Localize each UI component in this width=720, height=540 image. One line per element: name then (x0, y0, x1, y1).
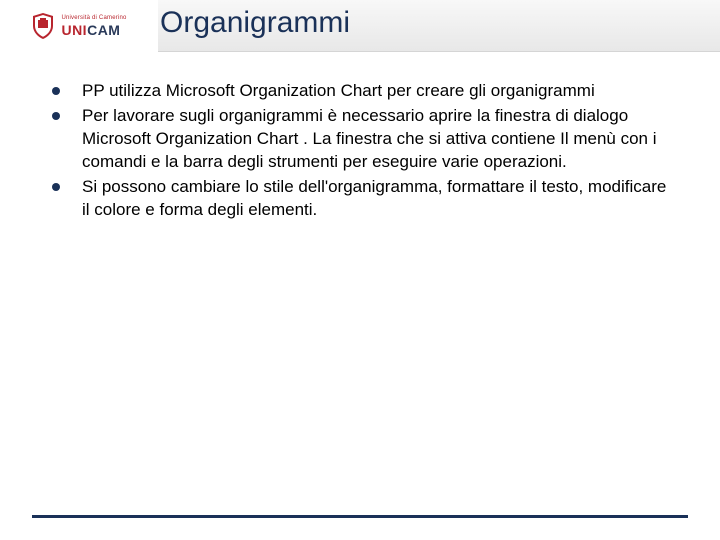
bullet-icon (52, 87, 60, 95)
page-title: Organigrammi (160, 6, 350, 40)
logo-brand: UNICAM (61, 23, 126, 37)
list-item: Si possono cambiare lo stile dell'organi… (44, 176, 676, 222)
bullet-text: Si possono cambiare lo stile dell'organi… (82, 177, 666, 219)
content-area: PP utilizza Microsoft Organization Chart… (44, 80, 676, 224)
bullet-icon (52, 112, 60, 120)
logo-upper-text: Università di Camerino (61, 15, 126, 21)
bullet-text: Per lavorare sugli organigrammi è necess… (82, 106, 657, 171)
shield-icon (31, 12, 55, 40)
logo: Università di Camerino UNICAM (0, 0, 158, 52)
bullet-list: PP utilizza Microsoft Organization Chart… (44, 80, 676, 222)
bullet-icon (52, 183, 60, 191)
logo-text: Università di Camerino UNICAM (61, 15, 126, 37)
header-band: Università di Camerino UNICAM Organigram… (0, 0, 720, 52)
list-item: PP utilizza Microsoft Organization Chart… (44, 80, 676, 103)
footer-divider (32, 515, 688, 518)
bullet-text: PP utilizza Microsoft Organization Chart… (82, 81, 595, 100)
list-item: Per lavorare sugli organigrammi è necess… (44, 105, 676, 174)
